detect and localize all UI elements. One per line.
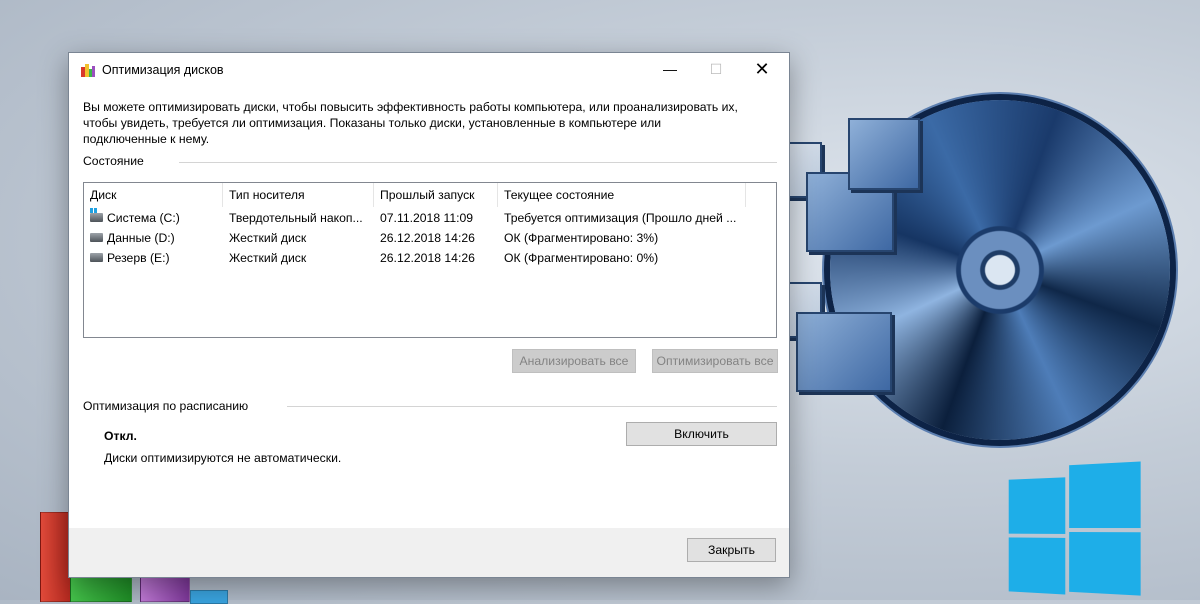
hard-drive-icon xyxy=(90,253,103,263)
schedule-status: Откл. xyxy=(104,429,137,443)
disk-row[interactable]: Резерв (E:) Жесткий диск 26.12.2018 14:2… xyxy=(84,248,776,268)
last-run-cell: 26.12.2018 14:26 xyxy=(380,251,475,265)
disk-cell: Данные (D:) xyxy=(90,228,220,248)
media-type-cell: Жесткий диск xyxy=(229,251,307,265)
windows-logo xyxy=(1008,461,1145,596)
minimize-button[interactable]: — xyxy=(647,53,693,85)
optimize-all-button[interactable]: Оптимизировать все xyxy=(652,349,778,373)
status-divider xyxy=(179,162,777,163)
hard-drive-icon xyxy=(90,233,103,243)
status-section-label: Состояние xyxy=(83,154,152,168)
current-status-cell: ОК (Фрагментировано: 3%) xyxy=(504,231,659,245)
disk-cell: Система (C:) xyxy=(90,208,220,228)
disk-name: Система (C:) xyxy=(107,211,180,225)
media-type-cell: Твердотельный накоп... xyxy=(229,211,363,225)
disk-optimization-window: Оптимизация дисков — ☐ ✕ Вы можете оптим… xyxy=(68,52,790,578)
last-run-cell: 07.11.2018 11:09 xyxy=(380,211,474,225)
data-block-decoration xyxy=(796,312,892,392)
enable-schedule-button[interactable]: Включить xyxy=(626,422,777,446)
column-header-disk[interactable]: Диск xyxy=(84,183,223,207)
disk-row[interactable]: Система (C:) Твердотельный накоп... 07.1… xyxy=(84,208,776,228)
schedule-description: Диски оптимизируются не автоматически. xyxy=(104,451,342,465)
column-header-last-run[interactable]: Прошлый запуск xyxy=(374,183,498,207)
disk-list[interactable]: Диск Тип носителя Прошлый запуск Текущее… xyxy=(83,182,777,338)
disk-list-header: Диск Тип носителя Прошлый запуск Текущее… xyxy=(84,183,776,207)
disk-row[interactable]: Данные (D:) Жесткий диск 26.12.2018 14:2… xyxy=(84,228,776,248)
footer-bar: Закрыть xyxy=(69,528,789,577)
description-text: Вы можете оптимизировать диски, чтобы по… xyxy=(83,100,738,146)
schedule-section-label: Оптимизация по расписанию xyxy=(83,399,257,413)
last-run-cell: 26.12.2018 14:26 xyxy=(380,231,475,245)
maximize-button[interactable]: ☐ xyxy=(693,53,739,85)
title-bar[interactable]: Оптимизация дисков — ☐ ✕ xyxy=(69,53,789,87)
column-header-media-type[interactable]: Тип носителя xyxy=(223,183,374,207)
disk-name: Данные (D:) xyxy=(107,231,175,245)
current-status-cell: ОК (Фрагментировано: 0%) xyxy=(504,251,659,265)
defrag-app-icon xyxy=(80,62,96,78)
current-status-cell: Требуется оптимизация (Прошло дней ... xyxy=(504,211,737,225)
disk-cell: Резерв (E:) xyxy=(90,248,220,268)
schedule-divider xyxy=(287,406,777,407)
disk-name: Резерв (E:) xyxy=(107,251,170,265)
system-drive-icon xyxy=(90,208,103,223)
analyze-all-button[interactable]: Анализировать все xyxy=(512,349,636,373)
column-header-current-status[interactable]: Текущее состояние xyxy=(498,183,746,207)
window-title: Оптимизация дисков xyxy=(102,63,224,77)
media-type-cell: Жесткий диск xyxy=(229,231,307,245)
close-window-button[interactable]: ✕ xyxy=(739,53,785,85)
data-block-decoration xyxy=(848,118,920,190)
close-button[interactable]: Закрыть xyxy=(687,538,776,562)
